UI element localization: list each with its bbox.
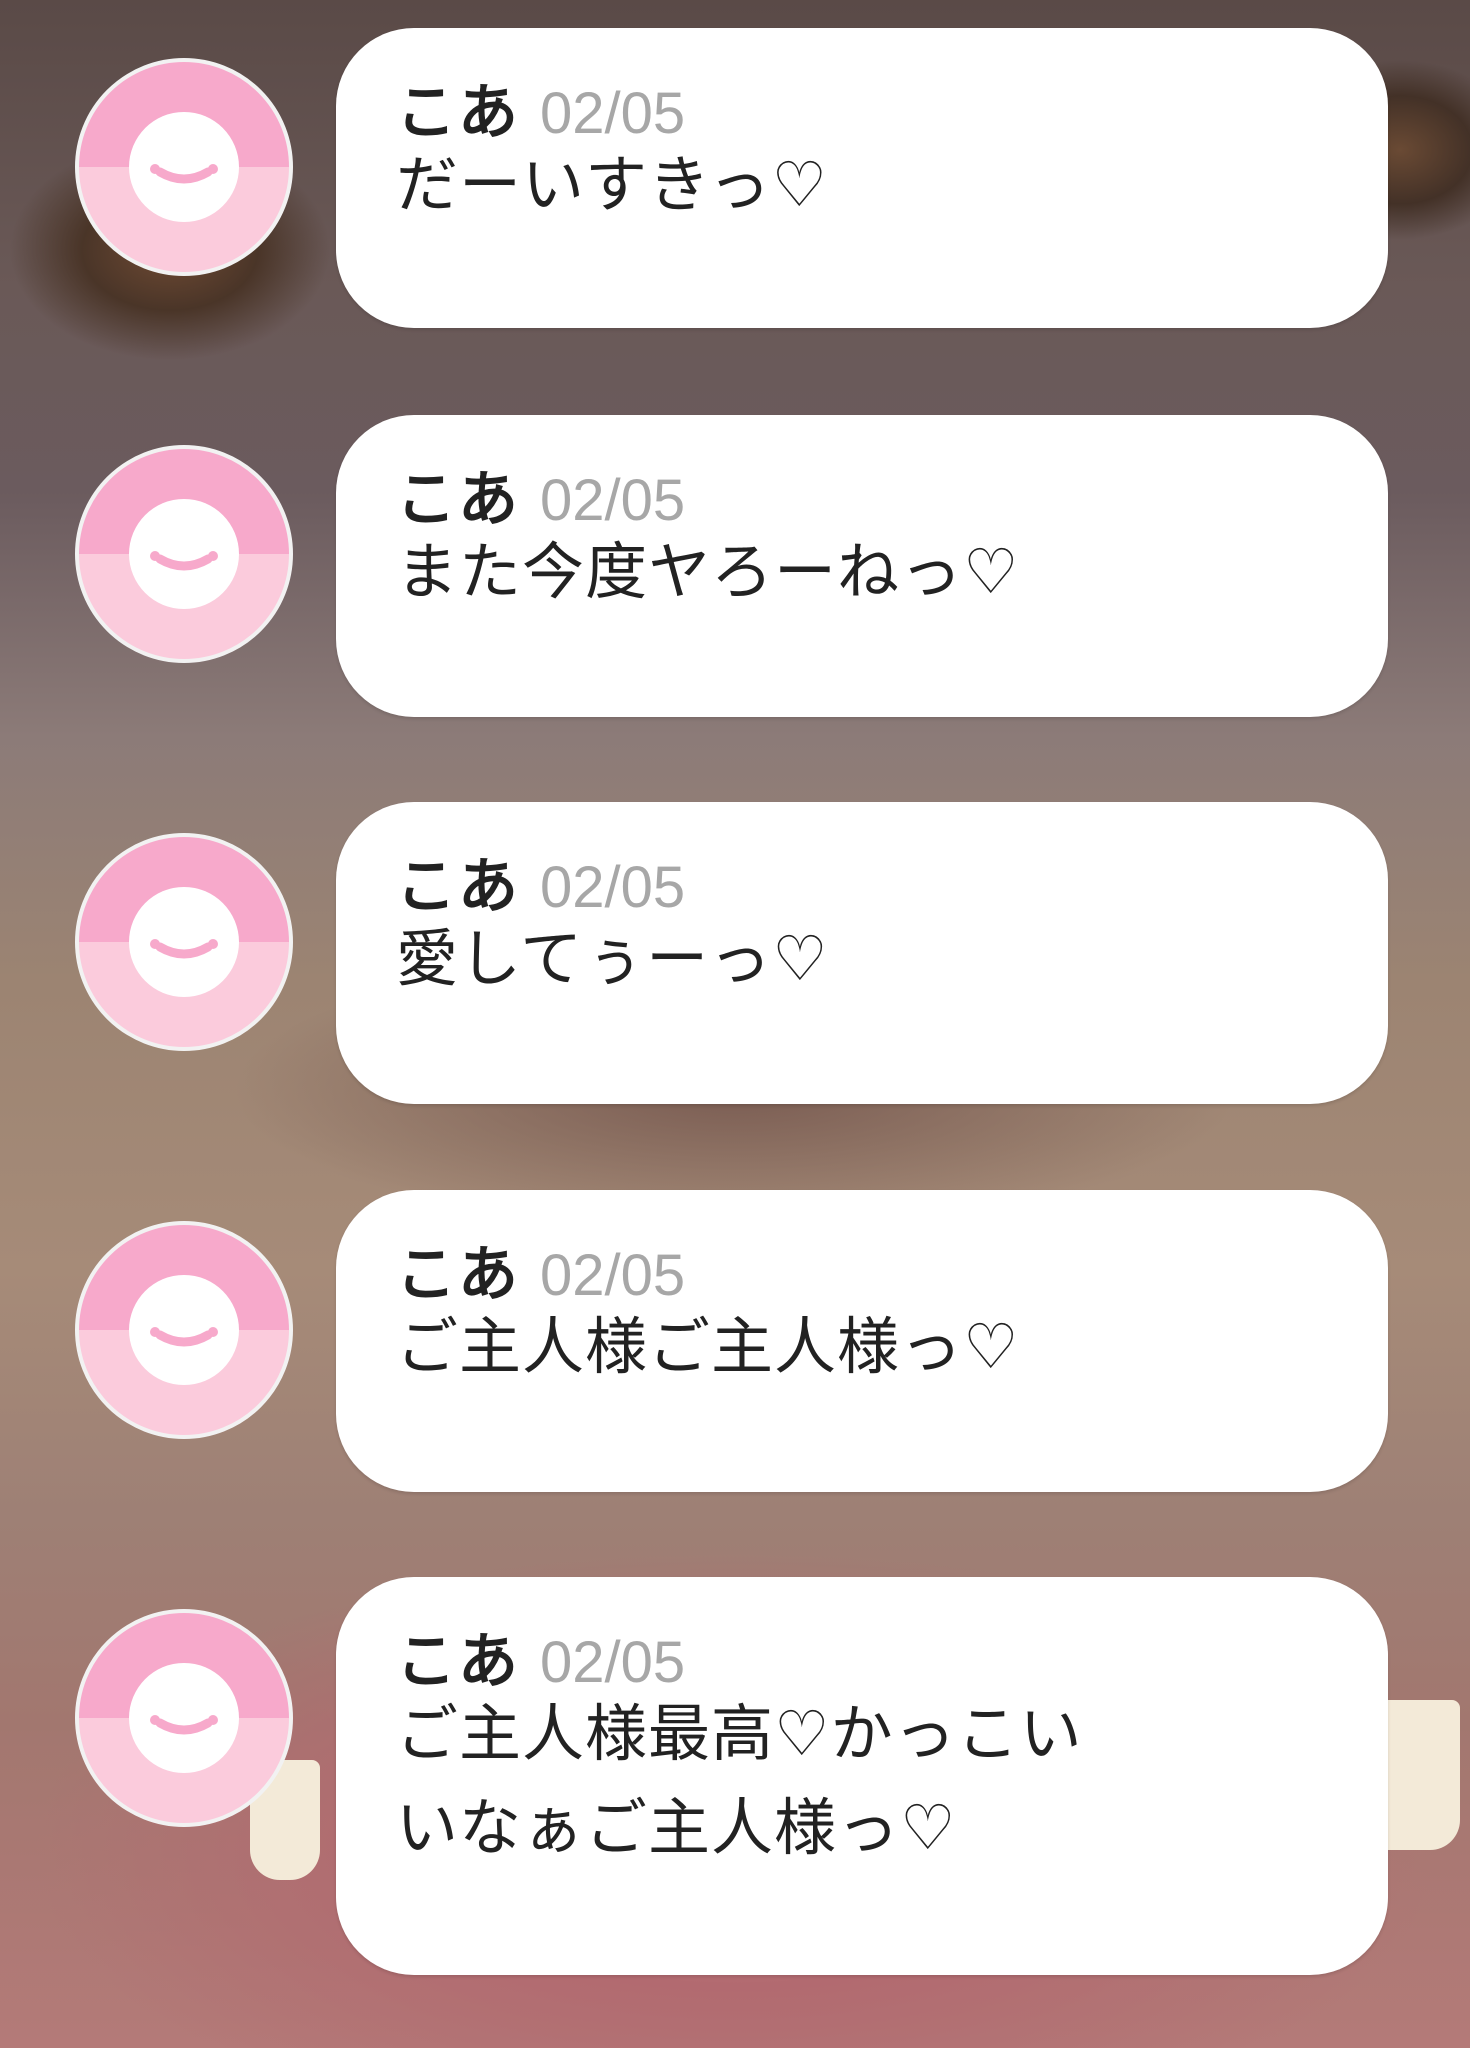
smiley-face-icon [129, 1663, 239, 1773]
message-header: こあ 02/05 [396, 1613, 1348, 1697]
message-bubble[interactable]: こあ 02/05 ご主人様ご主人様っ♡ [336, 1190, 1388, 1492]
message-text: 愛してぅーっ♡ [396, 922, 829, 995]
sender-avatar[interactable] [75, 58, 293, 276]
smiley-face-icon [129, 112, 239, 222]
chat-message-list: こあ 02/05 だーいすきっ♡ こあ 02/05 また今度ヤろーねっ♡ こあ … [0, 0, 1470, 2048]
message-header: こあ 02/05 [396, 451, 1348, 535]
message-date: 02/05 [540, 1630, 686, 1695]
message-date: 02/05 [540, 855, 686, 920]
sender-avatar[interactable] [75, 445, 293, 663]
message-date: 02/05 [540, 468, 686, 533]
message-header: こあ 02/05 [396, 1226, 1348, 1310]
message-text: また今度ヤろーねっ♡ [396, 535, 1020, 608]
message-text: ご主人様最高♡かっこい いなぁご主人様っ♡ [396, 1697, 1083, 1864]
message-bubble[interactable]: こあ 02/05 ご主人様最高♡かっこい いなぁご主人様っ♡ [336, 1577, 1388, 1975]
message-bubble[interactable]: こあ 02/05 だーいすきっ♡ [336, 28, 1388, 328]
message-date: 02/05 [540, 1243, 686, 1308]
message-bubble[interactable]: こあ 02/05 また今度ヤろーねっ♡ [336, 415, 1388, 717]
message-bubble[interactable]: こあ 02/05 愛してぅーっ♡ [336, 802, 1388, 1104]
sender-avatar[interactable] [75, 833, 293, 1051]
message-date: 02/05 [540, 81, 686, 146]
message-header: こあ 02/05 [396, 838, 1348, 922]
message-header: こあ 02/05 [396, 64, 1348, 148]
sender-avatar[interactable] [75, 1609, 293, 1827]
smiley-face-icon [129, 887, 239, 997]
smiley-face-icon [129, 499, 239, 609]
message-text: ご主人様ご主人様っ♡ [396, 1310, 1020, 1383]
message-text: だーいすきっ♡ [396, 148, 829, 221]
sender-avatar[interactable] [75, 1221, 293, 1439]
smiley-face-icon [129, 1275, 239, 1385]
